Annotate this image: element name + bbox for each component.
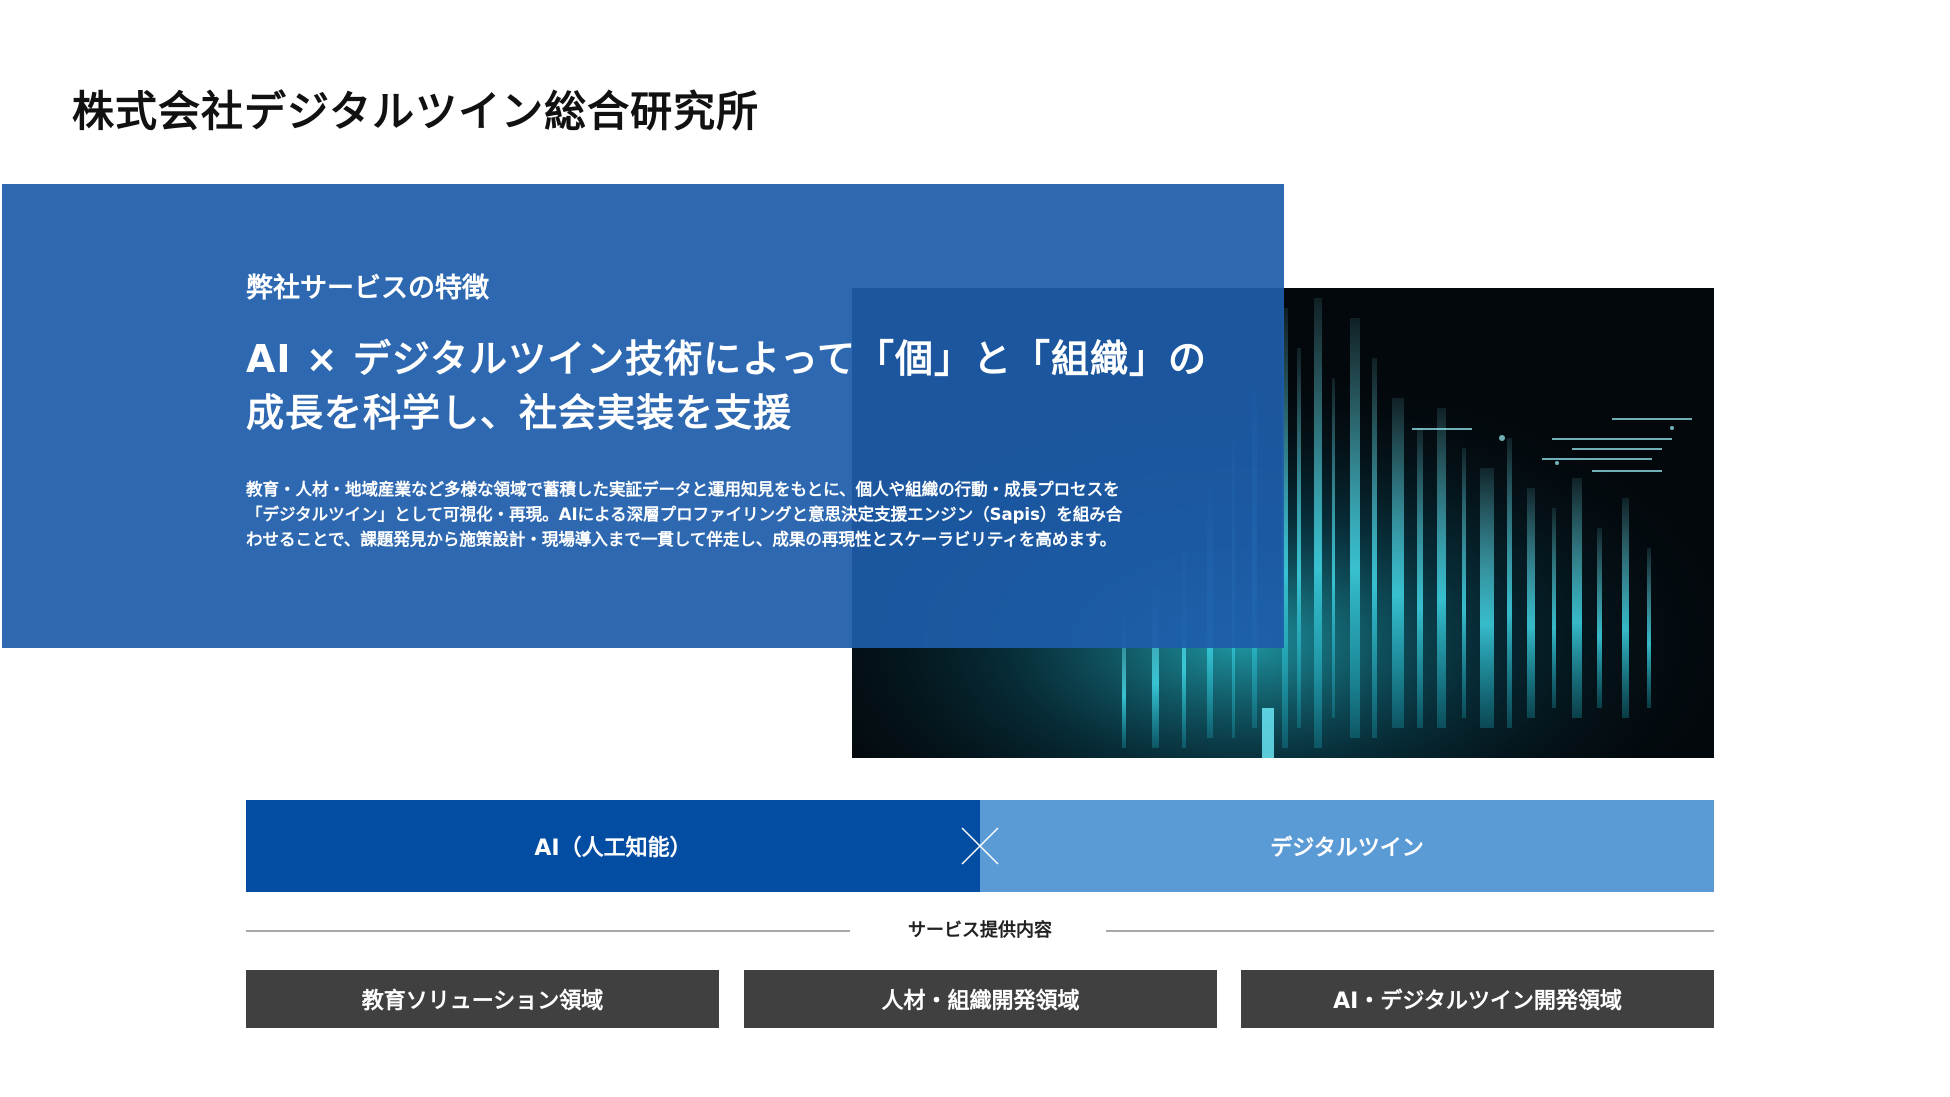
ai-digital-twin-combination: AI（人工知能） デジタルツイン <box>246 800 1714 892</box>
service-hr-organization-button[interactable]: 人材・組織開発領域 <box>744 970 1217 1028</box>
feature-headline: AI × デジタルツイン技術によって「個」と「組織」の 成長を科学し、社会実装を… <box>246 332 1246 440</box>
feature-description-line: 教育・人材・地域産業など多様な領域で蓄積した実証データと運用知見をもとに、個人や… <box>246 480 1120 499</box>
feature-kicker: 弊社サービスの特徴 <box>246 273 489 304</box>
service-education-button[interactable]: 教育ソリューション領域 <box>246 970 719 1028</box>
feature-headline-line: 成長を科学し、社会実装を支援 <box>246 391 793 435</box>
multiply-icon <box>961 827 999 865</box>
feature-headline-line: AI × デジタルツイン技術によって「個」と「組織」の <box>246 337 1208 381</box>
feature-description-line: 「デジタルツイン」として可視化・再現。AIによる深層プロファイリングと意思決定支… <box>246 505 1123 524</box>
services-section-label: サービス提供内容 <box>908 920 1052 941</box>
divider-right <box>1106 930 1714 932</box>
feature-description: 教育・人材・地域産業など多様な領域で蓄積した実証データと運用知見をもとに、個人や… <box>246 477 1246 552</box>
service-ai-digital-twin-button[interactable]: AI・デジタルツイン開発領域 <box>1241 970 1714 1028</box>
divider-left <box>246 930 850 932</box>
digital-twin-label-block: デジタルツイン <box>980 800 1714 892</box>
feature-description-line: わせることで、課題発見から施策設計・現場導入まで一貫して伴走し、成果の再現性とス… <box>246 530 1117 549</box>
ai-label-block: AI（人工知能） <box>246 800 980 892</box>
company-title: 株式会社デジタルツイン総合研究所 <box>72 87 760 136</box>
